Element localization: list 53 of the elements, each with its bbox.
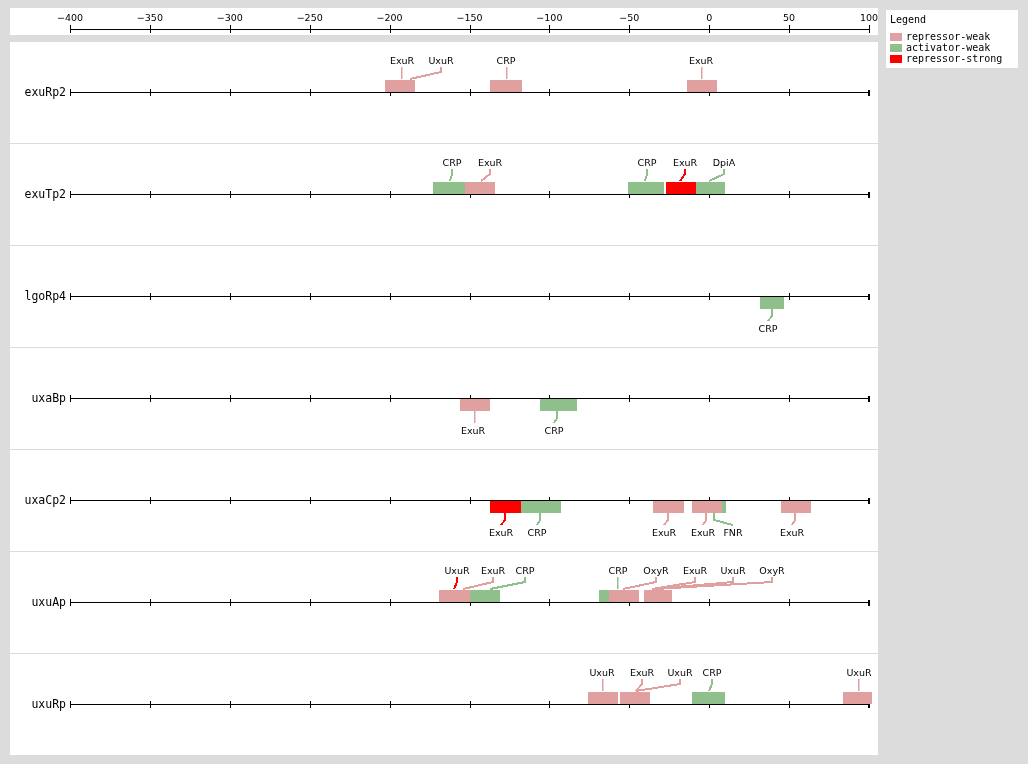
site-label: ExuR bbox=[672, 157, 698, 168]
site-label: CRP bbox=[702, 667, 722, 678]
tick-label: −250 bbox=[296, 12, 323, 23]
site-label: CRP bbox=[496, 55, 516, 66]
tick-label: 0 bbox=[706, 12, 713, 23]
site-label: UxuR bbox=[667, 667, 693, 678]
promoter-label: lgoRp4 bbox=[24, 289, 66, 303]
tick-label: −350 bbox=[136, 12, 163, 23]
site-label: UxuR bbox=[846, 667, 872, 678]
promoter-label: exuTp2 bbox=[24, 187, 66, 201]
site-label: ExuR bbox=[460, 425, 486, 436]
promoter-label: uxaCp2 bbox=[24, 493, 66, 507]
site-label: ExuR bbox=[389, 55, 415, 66]
tick-label: −200 bbox=[376, 12, 403, 23]
tick-label: −400 bbox=[56, 12, 84, 23]
site-label: OxyR bbox=[643, 565, 669, 576]
tick-label: 50 bbox=[783, 12, 796, 23]
site-label: ExuR bbox=[488, 527, 514, 538]
site-label: CRP bbox=[515, 565, 535, 576]
tick-label: −50 bbox=[619, 12, 640, 23]
site-label: CRP bbox=[544, 425, 564, 436]
site-label: CRP bbox=[758, 323, 778, 334]
tick-label: −100 bbox=[536, 12, 563, 23]
site-label: CRP bbox=[637, 157, 657, 168]
legend-title: Legend bbox=[890, 14, 928, 25]
site-label: ExuR bbox=[682, 565, 708, 576]
site-label: ExuR bbox=[779, 527, 805, 538]
tick-label: −150 bbox=[456, 12, 483, 23]
legend-label: activator-weak bbox=[906, 42, 991, 53]
site-label: UxuR bbox=[428, 55, 454, 66]
site-label: ExuR bbox=[477, 157, 503, 168]
site-label: ExuR bbox=[688, 55, 714, 66]
site-label: UxuR bbox=[720, 565, 746, 576]
site-label: OxyR bbox=[759, 565, 785, 576]
site-label: ExuR bbox=[480, 565, 506, 576]
tick-label: 100 bbox=[859, 12, 878, 23]
promoter-label: uxuAp bbox=[31, 595, 66, 609]
site-label: ExuR bbox=[651, 527, 677, 538]
site-label: UxuR bbox=[444, 565, 470, 576]
site-label: DpiA bbox=[712, 157, 736, 168]
promoter-label: exuRp2 bbox=[24, 85, 66, 99]
legend-label: repressor-weak bbox=[906, 31, 991, 42]
site-label: ExuR bbox=[690, 527, 716, 538]
tick-label: −300 bbox=[216, 12, 243, 23]
site-label: CRP bbox=[442, 157, 462, 168]
promoter-label: uxaBp bbox=[31, 391, 66, 405]
legend-label: repressor-strong bbox=[906, 53, 1003, 64]
site-label: FNR bbox=[723, 527, 743, 538]
site-label: UxuR bbox=[589, 667, 615, 678]
site-label: CRP bbox=[608, 565, 628, 576]
site-label: CRP bbox=[527, 527, 547, 538]
site-label: ExuR bbox=[629, 667, 655, 678]
promoter-label: uxuRp bbox=[31, 697, 66, 711]
